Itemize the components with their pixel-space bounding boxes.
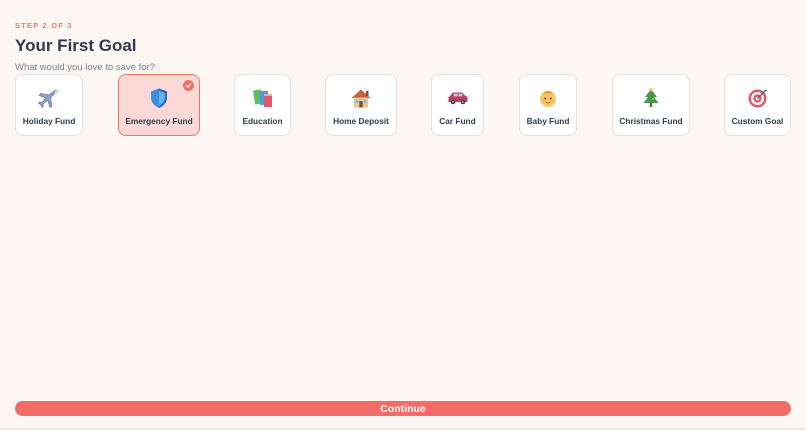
house-icon: [351, 89, 371, 108]
goal-card-custom-goal[interactable]: Custom Goal: [724, 74, 791, 136]
goal-card-baby-fund[interactable]: Baby Fund: [519, 74, 577, 136]
goal-label: Baby Fund: [526, 116, 570, 126]
goal-label: Car Fund: [439, 116, 476, 126]
goal-options: Holiday Fund Emergency Fund Education Ho…: [0, 74, 806, 138]
continue-button[interactable]: Continue: [15, 401, 791, 416]
goal-label: Holiday Fund: [22, 116, 76, 126]
goal-label: Education: [242, 116, 283, 126]
car-icon: [448, 92, 467, 105]
checkmark-icon: [183, 80, 194, 91]
goal-card-emergency-fund[interactable]: Emergency Fund: [118, 74, 200, 136]
step-indicator: STEP 2 OF 3: [15, 21, 73, 30]
books-icon: [252, 89, 272, 107]
goal-card-holiday-fund[interactable]: Holiday Fund: [15, 74, 83, 136]
goal-label: Christmas Fund: [619, 116, 683, 126]
target-icon: [748, 89, 768, 108]
goal-card-car-fund[interactable]: Car Fund: [431, 74, 484, 136]
goal-card-home-deposit[interactable]: Home Deposit: [325, 74, 397, 136]
goal-card-christmas-fund[interactable]: Christmas Fund: [612, 74, 690, 136]
baby-icon: [540, 91, 556, 107]
page-subtitle: What would you love to save for?: [15, 62, 155, 73]
christmas-tree-icon: [643, 87, 659, 107]
page-title: Your First Goal: [15, 36, 137, 55]
shield-icon: [151, 88, 167, 108]
goal-card-education[interactable]: Education: [234, 74, 291, 136]
goal-label: Emergency Fund: [125, 116, 193, 126]
goal-label: Custom Goal: [731, 116, 784, 126]
goal-label: Home Deposit: [333, 116, 389, 126]
airplane-icon: [38, 89, 59, 108]
